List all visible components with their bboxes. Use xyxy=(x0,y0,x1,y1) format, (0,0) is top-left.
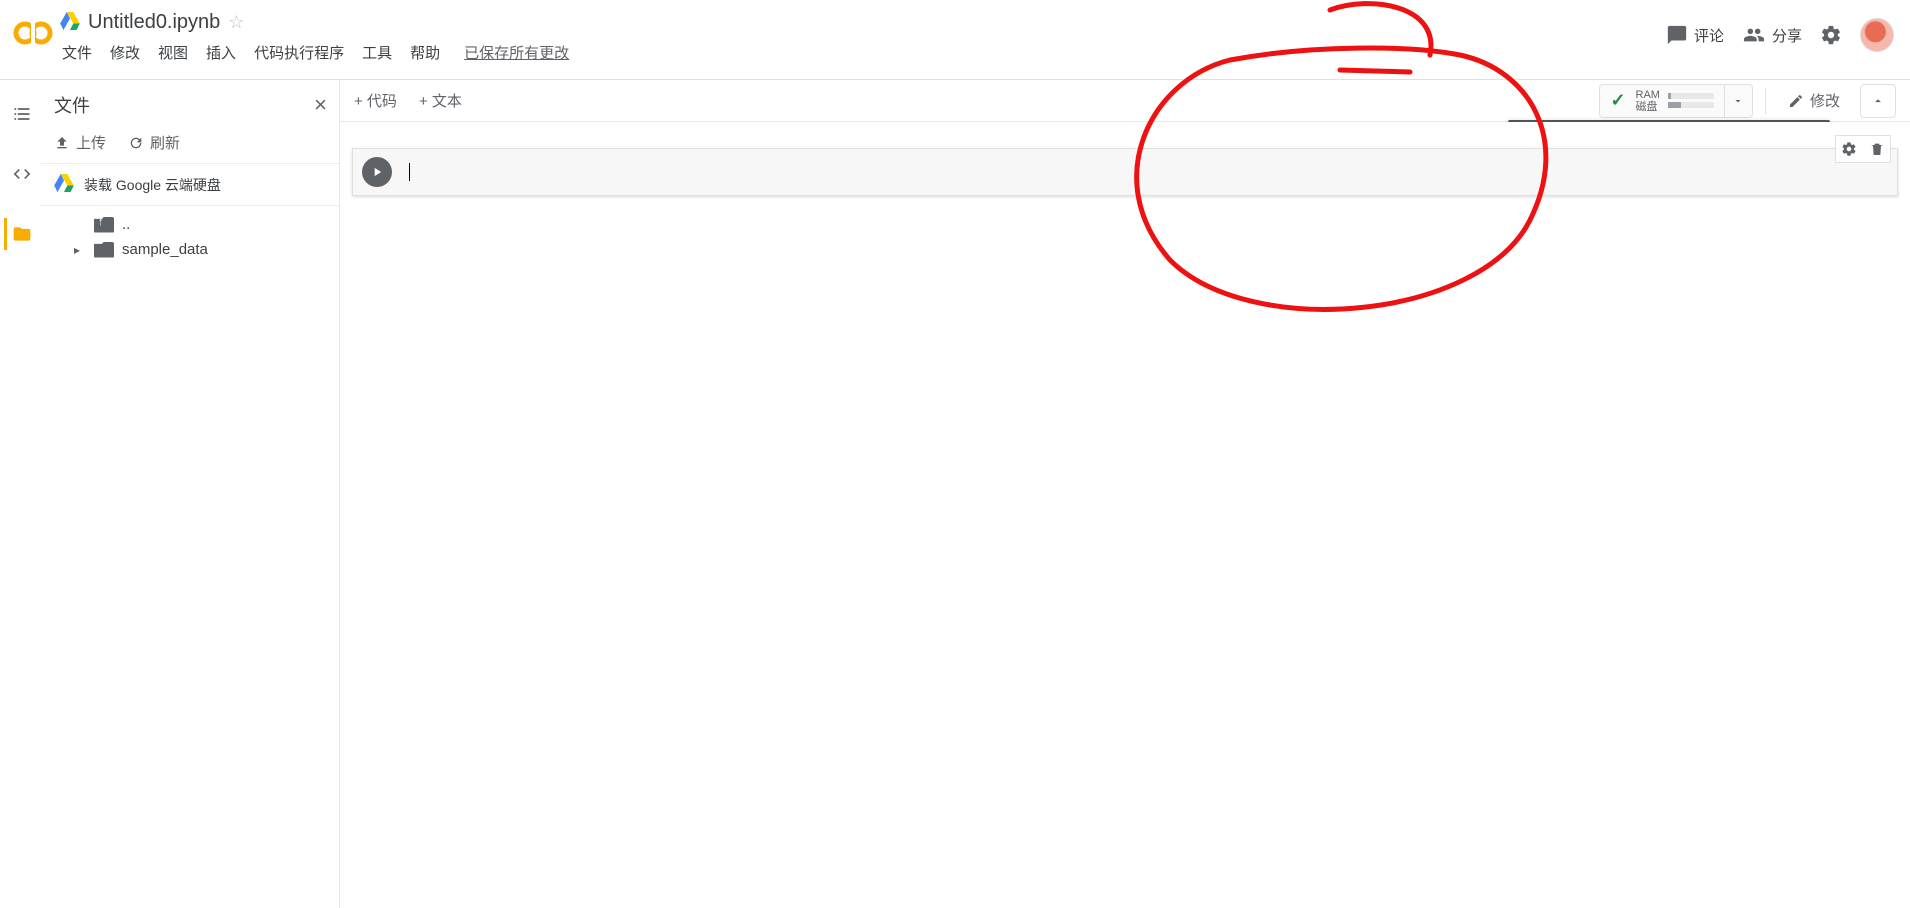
menu-tools[interactable]: 工具 xyxy=(362,42,392,63)
trash-icon xyxy=(1869,141,1885,157)
share-label: 分享 xyxy=(1772,25,1802,46)
upload-icon xyxy=(54,135,70,151)
refresh-button[interactable]: 刷新 xyxy=(128,132,180,153)
connection-dropdown[interactable] xyxy=(1725,84,1753,118)
cell-toolbar xyxy=(1835,135,1891,163)
menu-runtime[interactable]: 代码执行程序 xyxy=(254,42,344,63)
rail-toc-button[interactable] xyxy=(4,98,36,130)
code-cell[interactable] xyxy=(352,148,1898,196)
code-icon xyxy=(12,164,32,184)
folder-icon xyxy=(12,224,32,244)
collapse-header-button[interactable] xyxy=(1860,84,1896,118)
gear-icon xyxy=(1841,141,1857,157)
people-icon xyxy=(1742,24,1766,46)
gear-icon xyxy=(1820,24,1842,46)
drive-icon xyxy=(54,174,74,195)
left-rail xyxy=(0,80,40,908)
tree-up-row[interactable]: .. xyxy=(74,212,329,237)
rail-snippets-button[interactable] xyxy=(4,158,36,190)
mount-drive-label: 装载 Google 云端硬盘 xyxy=(84,175,221,195)
chevron-right-icon: ▸ xyxy=(74,243,86,257)
tree-folder-label: sample_data xyxy=(122,241,208,258)
play-icon xyxy=(370,165,384,179)
menu-view[interactable]: 视图 xyxy=(158,42,188,63)
connection-labels: RAM 磁盘 xyxy=(1636,89,1660,113)
folder-up-icon xyxy=(94,217,114,233)
share-button[interactable]: 分享 xyxy=(1742,24,1802,46)
edit-button[interactable]: 修改 xyxy=(1778,84,1850,117)
cell-settings-button[interactable] xyxy=(1838,138,1860,160)
comment-button[interactable]: 评论 xyxy=(1666,24,1724,46)
run-cell-button[interactable] xyxy=(362,157,392,187)
file-tree: .. ▸ sample_data xyxy=(40,206,339,268)
notebook-filename[interactable]: Untitled0.ipynb xyxy=(88,11,220,34)
main-toolbar: + 代码 + 文本 ✓ RAM 磁盘 xyxy=(340,80,1910,122)
settings-button[interactable] xyxy=(1820,24,1842,46)
app-header: Untitled0.ipynb ☆ 文件 修改 视图 插入 代码执行程序 工具 … xyxy=(0,0,1910,80)
tree-folder-row[interactable]: ▸ sample_data xyxy=(74,237,329,262)
menu-file[interactable]: 文件 xyxy=(62,42,92,63)
close-icon[interactable]: × xyxy=(314,92,327,118)
text-cursor xyxy=(409,163,410,181)
notebook-canvas xyxy=(340,122,1910,908)
pencil-icon xyxy=(1788,93,1804,109)
comment-icon xyxy=(1666,24,1688,46)
cell-delete-button[interactable] xyxy=(1866,138,1888,160)
comment-label: 评论 xyxy=(1694,25,1724,46)
save-status[interactable]: 已保存所有更改 xyxy=(464,42,569,63)
colab-logo-icon xyxy=(12,12,54,54)
menu-insert[interactable]: 插入 xyxy=(206,42,236,63)
add-code-button[interactable]: + 代码 xyxy=(354,90,397,111)
cell-editor[interactable] xyxy=(401,149,1897,195)
conn-disk-label: 磁盘 xyxy=(1636,101,1660,113)
rail-files-button[interactable] xyxy=(4,218,36,250)
add-text-button[interactable]: + 文本 xyxy=(419,90,462,111)
tree-up-label: .. xyxy=(122,216,130,233)
menu-help[interactable]: 帮助 xyxy=(410,42,440,63)
files-sidebar: 文件 × 上传 刷新 xyxy=(40,80,340,908)
folder-icon xyxy=(94,242,114,258)
conn-ram-label: RAM xyxy=(1636,89,1660,101)
refresh-icon xyxy=(128,135,144,151)
check-icon: ✓ xyxy=(1610,90,1625,111)
chevron-up-icon xyxy=(1871,94,1885,108)
edit-label: 修改 xyxy=(1810,90,1840,111)
user-avatar[interactable] xyxy=(1860,18,1894,52)
connection-bars xyxy=(1668,93,1714,108)
upload-label: 上传 xyxy=(76,132,106,153)
menu-bar: 文件 修改 视图 插入 代码执行程序 工具 帮助 已保存所有更改 xyxy=(60,36,1666,69)
mount-drive-button[interactable]: 装载 Google 云端硬盘 xyxy=(40,164,339,205)
ram-bar xyxy=(1668,93,1714,99)
disk-bar xyxy=(1668,102,1714,108)
refresh-label: 刷新 xyxy=(150,132,180,153)
separator xyxy=(1765,88,1766,114)
sidebar-title: 文件 xyxy=(54,92,314,118)
toc-icon xyxy=(12,104,32,124)
star-icon[interactable]: ☆ xyxy=(228,12,244,33)
drive-icon xyxy=(60,12,80,33)
menu-edit[interactable]: 修改 xyxy=(110,42,140,63)
upload-button[interactable]: 上传 xyxy=(54,132,106,153)
connection-status[interactable]: ✓ RAM 磁盘 xyxy=(1599,84,1725,118)
cell-gutter xyxy=(353,149,401,195)
notebook-main: + 代码 + 文本 ✓ RAM 磁盘 xyxy=(340,80,1910,908)
chevron-down-icon xyxy=(1732,95,1744,107)
